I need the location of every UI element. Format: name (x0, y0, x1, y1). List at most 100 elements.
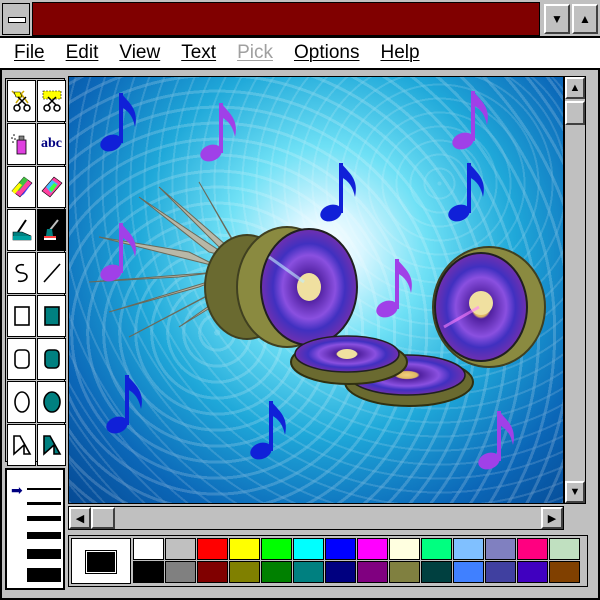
color-swatch[interactable] (357, 538, 388, 560)
scroll-down-button[interactable]: ▼ (565, 481, 585, 503)
filled-polygon-icon (42, 435, 61, 456)
tool-polygon[interactable] (7, 424, 36, 466)
color-swatch[interactable] (517, 561, 548, 583)
music-note-icon (447, 163, 484, 225)
color-swatch[interactable] (261, 538, 292, 560)
color-swatch[interactable] (197, 538, 228, 560)
music-note-icon (105, 375, 142, 437)
line-width-option[interactable] (27, 549, 61, 559)
tool-brush[interactable] (37, 209, 66, 251)
color-swatch[interactable] (421, 538, 452, 560)
color-swatch[interactable] (485, 538, 516, 560)
menu-file[interactable]: File (14, 42, 45, 64)
vertical-scroll-thumb[interactable] (565, 101, 585, 125)
tool-pick-scissors[interactable] (37, 80, 66, 122)
arrow-right-icon: ➡ (11, 482, 23, 498)
eraser-icon (41, 176, 62, 198)
tool-filled-rounded-rectangle[interactable] (37, 338, 66, 380)
color-swatch[interactable] (357, 561, 388, 583)
music-note-icon (375, 259, 412, 321)
color-swatch[interactable] (325, 561, 356, 583)
color-swatch[interactable] (485, 561, 516, 583)
color-swatch[interactable] (389, 561, 420, 583)
curve-icon (14, 263, 28, 283)
color-swatch[interactable] (517, 538, 548, 560)
color-swatch[interactable] (197, 561, 228, 583)
minimize-button[interactable]: ▼ (544, 4, 570, 34)
color-swatch[interactable] (389, 538, 420, 560)
filled-rectangle-icon (43, 306, 60, 326)
color-swatch[interactable] (325, 538, 356, 560)
tool-scissors[interactable] (7, 80, 36, 122)
color-swatch[interactable] (229, 538, 260, 560)
paint-roller-icon (12, 219, 31, 241)
tool-color-eraser[interactable] (7, 166, 36, 208)
tool-airbrush[interactable] (7, 123, 36, 165)
line-icon (42, 263, 61, 283)
music-note-icon (199, 103, 236, 165)
tool-filled-rectangle[interactable] (37, 295, 66, 337)
menu-edit[interactable]: Edit (66, 42, 99, 64)
arrow-up-icon: ▲ (569, 82, 581, 94)
color-swatch[interactable] (165, 538, 196, 560)
vertical-scrollbar[interactable]: ▲ ▼ (564, 76, 586, 504)
ellipse-icon (13, 391, 30, 413)
menu-view[interactable]: View (119, 42, 160, 64)
line-width-selector: ➡ (5, 468, 65, 590)
drawing-canvas[interactable] (68, 76, 564, 504)
line-width-option[interactable] (27, 516, 61, 521)
music-note-icon (319, 163, 356, 225)
menu-text[interactable]: Text (181, 42, 216, 64)
tool-filled-polygon[interactable] (37, 424, 66, 466)
color-swatch[interactable] (453, 538, 484, 560)
music-note-icon (249, 401, 286, 463)
line-width-option[interactable] (27, 568, 61, 582)
menu-help[interactable]: Help (380, 42, 419, 64)
maximize-button[interactable]: ▲ (572, 4, 598, 34)
color-swatch[interactable] (133, 538, 164, 560)
arrow-down-icon: ▼ (551, 12, 563, 26)
color-swatch[interactable] (549, 538, 580, 560)
tool-text[interactable]: abc (37, 123, 66, 165)
menu-options[interactable]: Options (294, 42, 359, 64)
foreground-color (85, 550, 117, 574)
color-eraser-icon (11, 176, 32, 198)
tool-eraser[interactable] (37, 166, 66, 208)
tool-line[interactable] (37, 252, 66, 294)
horizontal-scroll-thumb[interactable] (91, 507, 115, 529)
color-palette (68, 535, 588, 587)
menu-pick[interactable]: Pick (237, 42, 273, 64)
tool-filled-ellipse[interactable] (37, 381, 66, 423)
text-icon: abc (41, 136, 62, 151)
scroll-right-button[interactable]: ▶ (541, 507, 563, 529)
color-swatch[interactable] (421, 561, 452, 583)
horizontal-scrollbar[interactable]: ◀ ▶ (68, 506, 564, 530)
color-swatch[interactable] (133, 561, 164, 583)
tool-paint-roller[interactable] (7, 209, 36, 251)
music-note-icon (451, 91, 488, 153)
scroll-up-button[interactable]: ▲ (565, 77, 585, 99)
filled-ellipse-icon (42, 391, 61, 413)
tool-ellipse[interactable] (7, 381, 36, 423)
arrow-right-icon: ▶ (547, 512, 557, 525)
toolbox: abc (5, 78, 66, 466)
color-swatch[interactable] (261, 561, 292, 583)
scroll-left-button[interactable]: ◀ (69, 507, 91, 529)
filled-rounded-rectangle-icon (43, 349, 60, 369)
system-menu-button[interactable] (2, 3, 30, 35)
tool-curve[interactable] (7, 252, 36, 294)
color-swatch[interactable] (549, 561, 580, 583)
tool-rounded-rectangle[interactable] (7, 338, 36, 380)
current-colors (71, 538, 131, 584)
color-swatch[interactable] (165, 561, 196, 583)
color-swatch[interactable] (229, 561, 260, 583)
color-swatch[interactable] (293, 538, 324, 560)
line-width-option[interactable] (27, 532, 61, 539)
pineapple-disc-left (204, 226, 358, 348)
title-bar: ▼ ▲ (0, 0, 600, 38)
color-swatch[interactable] (293, 561, 324, 583)
color-swatch[interactable] (453, 561, 484, 583)
line-width-option[interactable] (27, 502, 61, 505)
line-width-option[interactable] (27, 488, 61, 490)
tool-rectangle[interactable] (7, 295, 36, 337)
